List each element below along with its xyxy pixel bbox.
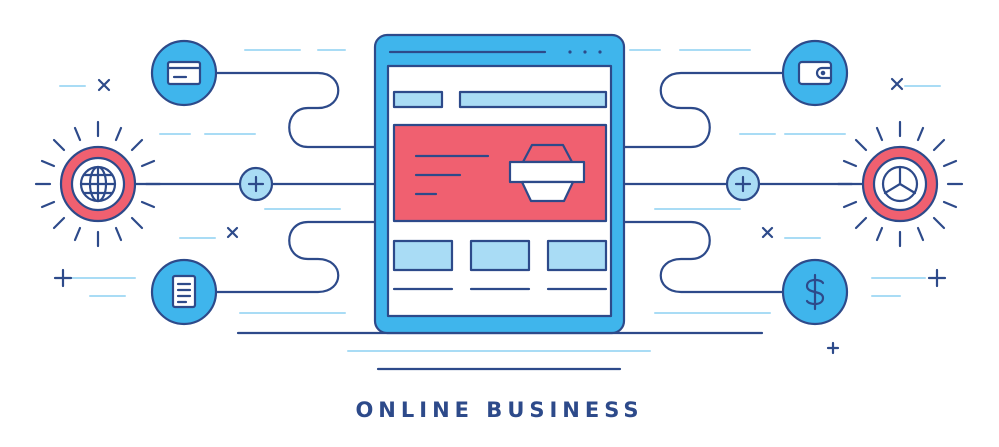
nav-bar (458, 90, 608, 109)
document-icon (150, 258, 218, 326)
product-card (469, 239, 531, 272)
plus-icon (238, 166, 274, 202)
plus-icon (725, 166, 761, 202)
nav-block (392, 90, 444, 109)
illustration-caption: ONLINE BUSINESS (355, 398, 644, 422)
wallet-icon (781, 39, 849, 107)
browser-window (373, 33, 626, 335)
pie-chart-icon (861, 145, 939, 223)
product-card (392, 239, 454, 272)
dollar-icon (781, 258, 849, 326)
product-card (546, 239, 608, 272)
online-business-illustration (34, 33, 964, 371)
globe-icon (59, 145, 137, 223)
credit-card-icon (150, 39, 218, 107)
